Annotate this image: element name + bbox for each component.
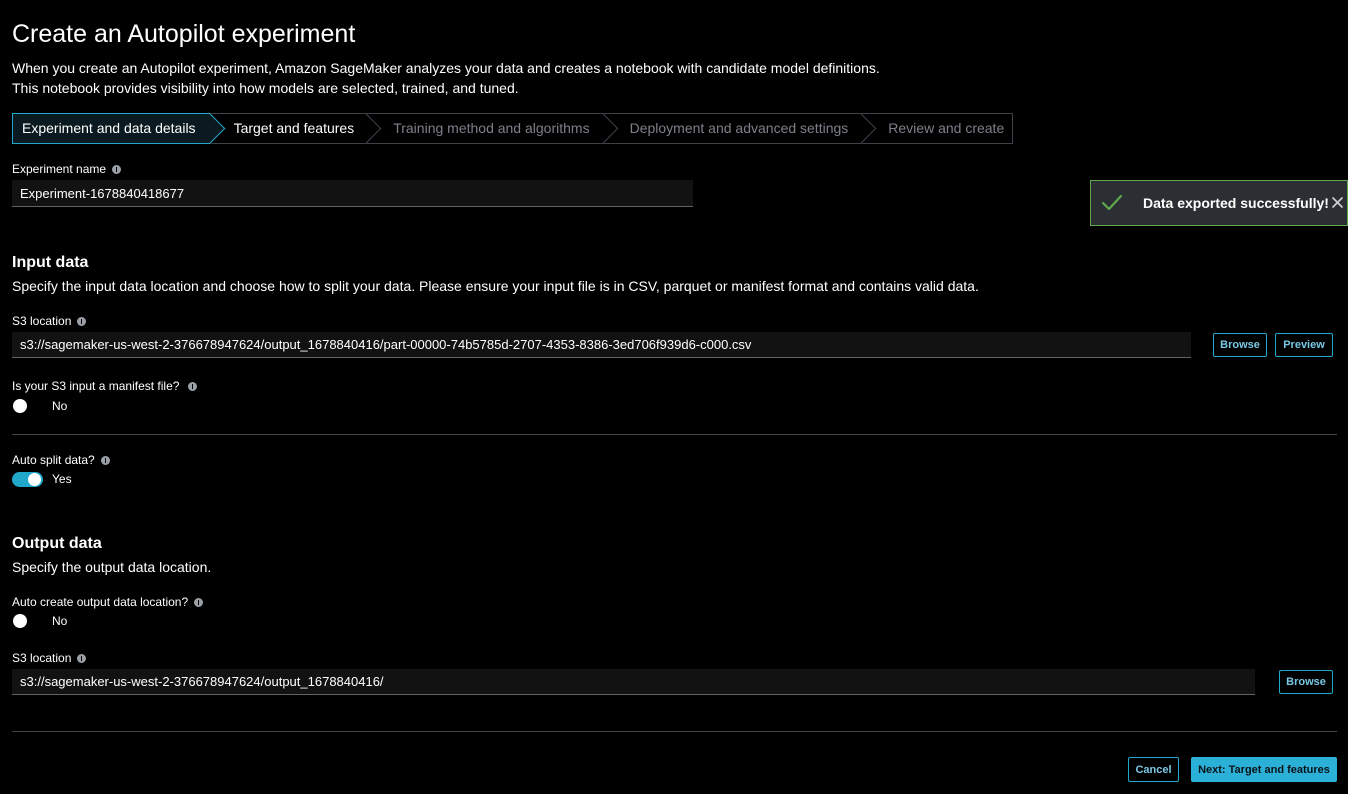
cancel-button[interactable]: Cancel	[1128, 757, 1179, 782]
info-icon[interactable]	[77, 316, 87, 326]
step-deployment-and-advanced-settings: Deployment and advanced settings	[602, 113, 877, 144]
auto-create-output-label-text: Auto create output data location?	[12, 595, 189, 609]
input-data-description: Specify the input data location and choo…	[12, 278, 979, 294]
wizard-stepper: Experiment and data details Target and f…	[12, 113, 1014, 144]
output-s3-location-input[interactable]	[12, 669, 1255, 695]
auto-create-output-value: No	[52, 614, 68, 628]
output-data-description: Specify the output data location.	[12, 559, 212, 575]
auto-split-toggle[interactable]	[12, 472, 43, 487]
input-s3-location-input[interactable]	[12, 332, 1191, 358]
input-s3-location-label-text: S3 location	[12, 314, 72, 328]
step-review-and-create: Review and create	[861, 113, 1014, 144]
info-icon[interactable]	[100, 455, 110, 465]
input-browse-button[interactable]: Browse	[1213, 333, 1267, 357]
auto-split-value: Yes	[52, 472, 72, 486]
info-icon[interactable]	[77, 653, 87, 663]
page-intro: When you create an Autopilot experiment,…	[12, 58, 880, 98]
intro-line-1: When you create an Autopilot experiment,…	[12, 60, 880, 76]
auto-split-label: Auto split data?	[12, 453, 110, 467]
step-experiment-and-data-details[interactable]: Experiment and data details	[12, 113, 225, 144]
check-icon	[1101, 194, 1123, 211]
manifest-file-label-text: Is your S3 input a manifest file?	[12, 379, 180, 393]
input-preview-button[interactable]: Preview	[1275, 333, 1333, 357]
experiment-name-label-text: Experiment name	[12, 162, 107, 176]
success-toast: Data exported successfully!	[1090, 180, 1348, 226]
step-label: Target and features	[233, 120, 355, 136]
output-browse-button[interactable]: Browse	[1279, 670, 1333, 694]
section-divider	[12, 434, 1337, 435]
experiment-name-input[interactable]	[12, 180, 693, 207]
next-target-and-features-button[interactable]: Next: Target and features	[1191, 757, 1337, 782]
page-title: Create an Autopilot experiment	[12, 20, 356, 48]
auto-create-output-toggle[interactable]	[13, 614, 27, 628]
input-s3-location-label: S3 location	[12, 314, 87, 328]
auto-split-label-text: Auto split data?	[12, 453, 95, 467]
output-data-heading: Output data	[12, 535, 102, 552]
toast-message: Data exported successfully!	[1143, 195, 1329, 211]
input-data-heading: Input data	[12, 254, 89, 271]
info-icon[interactable]	[194, 597, 204, 607]
output-s3-location-label: S3 location	[12, 651, 87, 665]
close-icon[interactable]	[1332, 197, 1343, 208]
toggle-knob	[28, 473, 41, 486]
auto-create-output-label: Auto create output data location?	[12, 595, 204, 609]
experiment-name-label: Experiment name	[12, 162, 122, 176]
step-target-and-features[interactable]: Target and features	[209, 113, 382, 144]
step-label: Training method and algorithms	[393, 120, 590, 136]
step-label: Experiment and data details	[22, 120, 196, 136]
manifest-file-value: No	[52, 399, 68, 413]
info-icon[interactable]	[188, 381, 198, 391]
step-training-method-and-algorithms: Training method and algorithms	[366, 113, 618, 144]
step-label: Review and create	[888, 120, 1005, 136]
step-label: Deployment and advanced settings	[629, 120, 849, 136]
manifest-file-label: Is your S3 input a manifest file?	[12, 379, 198, 393]
output-s3-location-label-text: S3 location	[12, 651, 72, 665]
footer-divider	[12, 731, 1337, 732]
info-icon[interactable]	[112, 164, 122, 174]
intro-line-2: This notebook provides visibility into h…	[12, 80, 519, 96]
manifest-file-toggle[interactable]	[13, 399, 27, 413]
